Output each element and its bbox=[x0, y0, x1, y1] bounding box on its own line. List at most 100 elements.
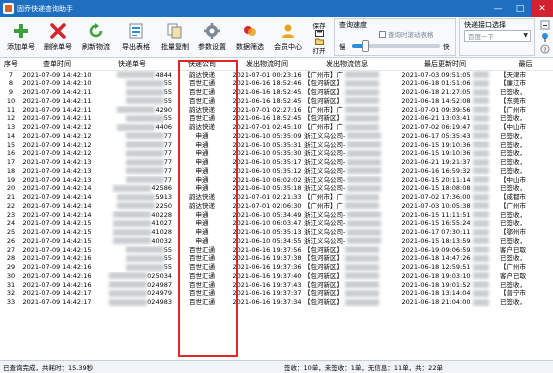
batch-copy-button[interactable]: 批量复制 bbox=[156, 19, 194, 56]
table-row[interactable]: 14 2021-07-09 14:42:12 77 申通 2021-06-10 05:3… bbox=[0, 132, 553, 141]
cell-last-update-time: 2021-06-18 19:03:10 bbox=[392, 272, 498, 281]
minimize-panel-icon[interactable] bbox=[538, 19, 552, 31]
cell-last-info-text: 【中山市 bbox=[500, 175, 526, 184]
table-row[interactable]: 33 2021-07-09 14:42:17 024983 百世汇通 2021-06-1… bbox=[0, 298, 553, 307]
maximize-button[interactable]: □ bbox=[509, 0, 531, 17]
table-row[interactable]: 24 2021-07-09 14:42:15 41027 申通 2021-06-10 0… bbox=[0, 219, 553, 228]
cell-index: 29 bbox=[0, 263, 22, 272]
minimize-button[interactable]: — bbox=[487, 0, 509, 17]
cell-last-info: 已签收， bbox=[498, 184, 553, 193]
save-button[interactable]: 保存 bbox=[308, 19, 330, 37]
interface-select[interactable]: 百度一下 ▼ bbox=[464, 30, 531, 42]
redacted-update-blur bbox=[472, 184, 489, 192]
table-row[interactable]: 32 2021-07-09 14:42:17 024979 百世汇通 2021-06-1… bbox=[0, 289, 553, 298]
cell-last-info: 【东莞市 bbox=[498, 97, 553, 106]
header-last-update-time[interactable]: 最后更新时间 bbox=[392, 58, 498, 71]
cell-tracking-number-text: 77 bbox=[163, 158, 172, 166]
redacted-tracking-blur bbox=[125, 79, 164, 87]
cell-index: 19 bbox=[0, 176, 22, 185]
cell-query-time-text: 2021-07-09 14:42:14 bbox=[22, 184, 92, 193]
table-row[interactable]: 28 2021-07-09 14:42:16 55 百世汇通 2021-06-16 19… bbox=[0, 254, 553, 263]
cell-sent-info: 浙江义乌公司- bbox=[302, 184, 392, 193]
cell-last-update-time-text: 2021-06-18 19:01:52 bbox=[401, 280, 471, 289]
redacted-update-blur bbox=[472, 298, 489, 306]
header-sent-time[interactable]: 发出物流时间 bbox=[232, 58, 302, 71]
cell-tracking-number: 024983 bbox=[92, 298, 172, 307]
cell-last-info-text: 【鄂州市 bbox=[500, 228, 526, 236]
cell-index-text: 25 bbox=[6, 228, 16, 236]
table-row[interactable]: 10 2021-07-09 14:42:11 55 百世汇通 2021-06-16 18… bbox=[0, 97, 553, 106]
cell-courier-company: 韵达快递 bbox=[172, 123, 232, 132]
table-row[interactable]: 18 2021-07-09 14:42:13 77 申通 2021-06-10 05:3… bbox=[0, 167, 553, 176]
table-row[interactable]: 22 2021-07-09 14:42:14 2250 韵达快递 2021-07-01 … bbox=[0, 202, 553, 211]
table-row[interactable]: 31 2021-07-09 14:42:16 024987 百世汇通 2021-06-1… bbox=[0, 281, 553, 290]
redacted-update-blur bbox=[472, 193, 489, 201]
table-row[interactable]: 17 2021-07-09 14:42:13 77 申通 2021-06-10 05:3… bbox=[0, 158, 553, 167]
table-row[interactable]: 15 2021-07-09 14:42:12 77 申通 2021-06-10 05:3… bbox=[0, 141, 553, 150]
header-query-time[interactable]: 查单时间 bbox=[22, 58, 92, 71]
table-row[interactable]: 19 2021-07-09 14:42:13 77 申通 2021-06-10 06:0… bbox=[0, 176, 553, 185]
table-row[interactable]: 30 2021-07-09 14:42:16 025034 百世汇通 2021-06-1… bbox=[0, 272, 553, 281]
cell-courier-company: 韵达快递 bbox=[172, 193, 232, 202]
speed-slider[interactable] bbox=[352, 40, 440, 52]
checkbox-box[interactable] bbox=[379, 30, 386, 38]
cell-query-time: 2021-07-09 14:42:15 bbox=[22, 237, 92, 246]
header-sent-info[interactable]: 发出物流信息 bbox=[302, 58, 392, 71]
cell-index: 18 bbox=[0, 167, 22, 176]
cell-courier-company-text: 韵达快递 bbox=[189, 201, 215, 210]
results-table-area[interactable]: 序号 查单时间 快递单号 快递公司 发出物流时间 发出物流信息 最后更新时间 最… bbox=[0, 58, 553, 360]
cell-sent-info: 浙江义乌公司- bbox=[302, 228, 392, 237]
close-button[interactable]: ✕ bbox=[531, 0, 553, 17]
cell-sent-info-text: 浙江义乌公司- bbox=[304, 140, 346, 149]
table-row[interactable]: 12 2021-07-09 14:42:11 55 百世汇通 2021-06-16 18… bbox=[0, 114, 553, 123]
cell-sent-time-text: 2021-06-10 05:35:09 bbox=[232, 131, 302, 140]
delete-tracking-button[interactable]: 删除单号 bbox=[39, 19, 77, 56]
table-row[interactable]: 25 2021-07-09 14:42:15 41028 申通 2021-06-10 0… bbox=[0, 228, 553, 237]
cell-courier-company-text: 申通 bbox=[195, 158, 209, 166]
table-row[interactable]: 9 2021-07-09 14:42:11 55 百世汇通 2021-06-16 18:… bbox=[0, 88, 553, 97]
table-row[interactable]: 8 2021-07-09 14:42:10 55 百世汇通 2021-06-16 18:… bbox=[0, 79, 553, 88]
cell-index-text: 32 bbox=[6, 289, 16, 298]
data-filter-button[interactable]: 数据筛选 bbox=[231, 19, 269, 56]
cell-query-time-text: 2021-07-09 14:42:17 bbox=[22, 289, 92, 298]
cell-query-time-text: 2021-07-09 14:42:11 bbox=[22, 105, 92, 114]
table-row[interactable]: 21 2021-07-09 14:42:14 5913 韵达快递 2021-07-01 … bbox=[0, 193, 553, 202]
cell-last-update-time: 2021-06-17 07:30:11 bbox=[392, 228, 498, 237]
help-icon[interactable]: ? bbox=[538, 43, 552, 55]
table-row[interactable]: 29 2021-07-09 14:42:16 55 百世汇通 2021-06-16 19… bbox=[0, 263, 553, 272]
save-icon bbox=[314, 29, 324, 37]
table-row[interactable]: 20 2021-07-09 14:42:14 42586 申通 2021-06-10 0… bbox=[0, 184, 553, 193]
add-tracking-button[interactable]: 添加单号 bbox=[2, 19, 40, 56]
redacted-tracking-blur bbox=[113, 184, 152, 192]
cell-last-info: 已签收， bbox=[498, 158, 553, 167]
header-tracking-number[interactable]: 快递单号 bbox=[92, 58, 172, 71]
settings-button[interactable]: 参数设置 bbox=[193, 19, 231, 56]
table-row[interactable]: 7 2021-07-09 14:42:10 4844 韵达快递 2021-07-01 0… bbox=[0, 70, 553, 79]
table-row[interactable]: 26 2021-07-09 14:42:15 40032 申通 2021-06-10 0… bbox=[0, 237, 553, 246]
cell-sent-info: 浙江义乌公司- bbox=[302, 237, 392, 246]
redacted-tracking-blur bbox=[125, 114, 164, 122]
pin-icon[interactable] bbox=[538, 31, 552, 43]
table-row[interactable]: 27 2021-07-09 14:42:15 55 百世汇通 2021-06-16 19… bbox=[0, 246, 553, 255]
header-index[interactable]: 序号 bbox=[0, 58, 22, 71]
scroll-table-checkbox[interactable]: 查询时滚动表格 bbox=[379, 29, 434, 39]
cell-last-info-text: 已签收， bbox=[500, 114, 526, 123]
table-row[interactable]: 13 2021-07-09 14:42:12 4406 韵达快递 2021-07-01 … bbox=[0, 123, 553, 132]
cell-courier-company: 百世汇通 bbox=[172, 263, 232, 272]
table-row[interactable]: 11 2021-07-09 14:42:11 4290 韵达快递 2021-07-01 … bbox=[0, 106, 553, 115]
table-row[interactable]: 23 2021-07-09 14:42:14 40228 申通 2021-06-10 0… bbox=[0, 211, 553, 220]
member-center-button[interactable]: 会员中心 bbox=[269, 19, 307, 56]
cell-last-info-text: 客户已取 bbox=[500, 271, 526, 280]
export-table-button[interactable]: 导出表格 bbox=[117, 19, 155, 56]
member-center-label: 会员中心 bbox=[274, 43, 302, 51]
cell-index-text: 26 bbox=[6, 236, 16, 245]
cell-last-update-time-text: 2021-06-21 19:21:37 bbox=[401, 158, 471, 166]
header-courier-company[interactable]: 快递公司 bbox=[172, 58, 232, 71]
cell-tracking-number-text: 2250 bbox=[155, 201, 172, 210]
refresh-logistics-button[interactable]: 刷新物流 bbox=[77, 19, 115, 56]
header-last-info[interactable]: 最后 bbox=[498, 58, 553, 71]
speed-slider-thumb[interactable] bbox=[362, 40, 370, 52]
cell-index: 14 bbox=[0, 132, 22, 141]
open-button[interactable]: 打开 bbox=[308, 37, 330, 55]
table-row[interactable]: 16 2021-07-09 14:42:12 77 申通 2021-06-10 05:3… bbox=[0, 149, 553, 158]
